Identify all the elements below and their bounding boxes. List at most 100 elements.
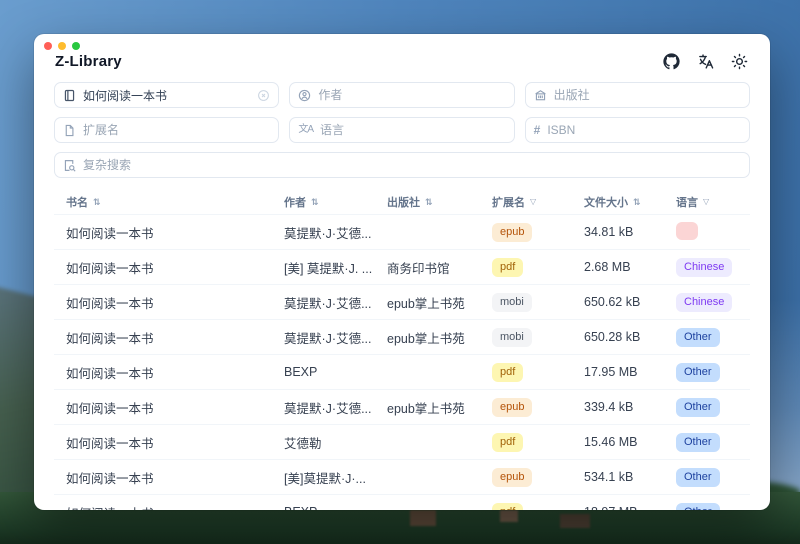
language-search-field[interactable]: 文A <box>289 117 515 143</box>
publisher-search-field[interactable] <box>524 82 750 108</box>
filesize-cell: 15.46 MB <box>584 435 638 449</box>
publisher-search-input[interactable] <box>553 88 741 102</box>
minimize-window-button[interactable] <box>58 42 66 50</box>
complex-search-field[interactable] <box>54 152 750 178</box>
author-cell: 莫提默·J·艾德... <box>284 226 372 241</box>
title-search-input[interactable] <box>83 88 251 102</box>
app-title: Z-Library <box>55 52 122 70</box>
language-cell: Chinese <box>676 292 750 312</box>
language-badge: Other <box>676 467 720 487</box>
results-table: 书名 ⇅ 作者 ⇅ 出版社 ⇅ 扩展名 ▽ 文件大小 ⇅ 语言 ▽ 如何阅读一本… <box>34 178 770 510</box>
table-row[interactable]: 如何阅读一本书 莫提默·J·艾德... epub掌上书苑 mobi 650.62… <box>54 284 750 319</box>
extension-cell: pdf <box>492 257 584 277</box>
language-badge: Chinese <box>676 257 733 277</box>
filesize-cell: 650.28 kB <box>584 330 641 344</box>
file-icon <box>63 124 76 137</box>
building-decoration <box>410 510 436 526</box>
author-cell: BEXP <box>284 505 387 510</box>
filter-icon[interactable]: ▽ <box>703 198 709 206</box>
table-row[interactable]: 如何阅读一本书 莫提默·J·艾德... epub掌上书苑 epub 339.4 … <box>54 389 750 424</box>
column-header-author[interactable]: 作者 ⇅ <box>284 194 387 210</box>
author-search-input[interactable] <box>318 88 506 102</box>
extension-badge: mobi <box>492 327 532 347</box>
table-row[interactable]: 如何阅读一本书 BEXP pdf 17.95 MB Other <box>54 354 750 389</box>
publisher-cell: 商务印书馆 <box>387 261 450 276</box>
book-title-cell: 如何阅读一本书 <box>54 503 284 511</box>
table-row[interactable]: 如何阅读一本书 [美]莫提默·J·... epub 534.1 kB Other <box>54 459 750 494</box>
extension-badge: epub <box>492 467 533 487</box>
extension-search-field[interactable] <box>54 117 280 143</box>
book-title-cell: 如何阅读一本书 <box>66 366 154 381</box>
desktop-wallpaper: Z-Library 如何阅读一本书 作者 出版社 扩展名 文A 语言 # ISB… <box>0 0 800 544</box>
table-header-row: 书名 ⇅ 作者 ⇅ 出版社 ⇅ 扩展名 ▽ 文件大小 ⇅ 语言 ▽ <box>54 190 750 214</box>
extension-badge: pdf <box>492 362 524 382</box>
extension-cell: pdf <box>492 502 584 510</box>
zoom-window-button[interactable] <box>72 42 80 50</box>
filesize-cell: 650.62 kB <box>584 295 641 309</box>
translate-icon[interactable] <box>696 52 714 70</box>
window-controls <box>34 34 770 50</box>
book-title-cell: 如何阅读一本书 <box>66 436 154 451</box>
language-cell: Other <box>676 327 750 347</box>
hash-icon: # <box>533 123 541 137</box>
publisher-icon <box>534 89 547 102</box>
book-title-cell: 如何阅读一本书 <box>66 226 154 241</box>
app-window: Z-Library 如何阅读一本书 作者 出版社 扩展名 文A 语言 # ISB… <box>34 34 770 510</box>
sort-icon[interactable]: ⇅ <box>425 197 433 207</box>
column-header-publisher[interactable]: 出版社 ⇅ <box>387 194 492 210</box>
extension-search-input[interactable] <box>83 123 271 137</box>
app-header: Z-Library <box>34 50 770 70</box>
author-cell: [美]莫提默·J·... <box>284 471 366 486</box>
language-cell <box>676 221 750 243</box>
table-row[interactable]: 如何阅读一本书 莫提默·J·艾德... epub掌上书苑 mobi 650.28… <box>54 319 750 354</box>
book-title-cell: 如何阅读一本书 <box>66 331 154 346</box>
column-header-filesize[interactable]: 文件大小 ⇅ <box>584 194 676 210</box>
title-search-field[interactable] <box>54 82 280 108</box>
language-badge: Other <box>676 397 720 417</box>
filter-icon[interactable]: ▽ <box>530 198 536 206</box>
filesize-cell: 534.1 kB <box>584 470 634 484</box>
github-icon[interactable] <box>662 52 680 70</box>
sort-icon[interactable]: ⇅ <box>311 197 319 207</box>
sort-icon[interactable]: ⇅ <box>633 197 641 207</box>
extension-badge: pdf <box>492 502 524 510</box>
book-title-cell: 如何阅读一本书 <box>66 296 154 311</box>
language-search-input[interactable] <box>320 123 506 137</box>
isbn-search-input[interactable] <box>547 123 741 137</box>
extension-badge: epub <box>492 397 533 417</box>
book-icon <box>63 89 76 102</box>
isbn-search-field[interactable]: # <box>524 117 750 143</box>
sort-icon[interactable]: ⇅ <box>93 197 101 207</box>
advanced-search-icon <box>63 159 76 172</box>
filesize-cell: 34.81 kB <box>584 225 634 239</box>
complex-search-input[interactable] <box>83 158 741 172</box>
extension-badge: mobi <box>492 292 532 312</box>
author-cell: 莫提默·J·艾德... <box>284 296 372 311</box>
column-header-title[interactable]: 书名 ⇅ <box>54 194 284 210</box>
author-cell: BEXP <box>284 365 318 379</box>
close-window-button[interactable] <box>44 42 52 50</box>
publisher-cell: epub掌上书苑 <box>387 331 465 346</box>
language-badge: Other <box>676 432 720 452</box>
extension-badge: epub <box>492 222 533 242</box>
extension-badge: pdf <box>492 257 524 277</box>
search-form: 文A # <box>34 70 770 143</box>
author-search-field[interactable] <box>289 82 515 108</box>
table-row[interactable]: 如何阅读一本书 艾德勒 pdf 15.46 MB Other <box>54 424 750 459</box>
table-row[interactable]: 如何阅读一本书 莫提默·J·艾德... epub 34.81 kB <box>54 214 750 249</box>
column-header-language[interactable]: 语言 ▽ <box>676 194 750 210</box>
building-decoration <box>560 514 590 528</box>
table-row[interactable]: 如何阅读一本书 [美] 莫提默·J. ... 商务印书馆 pdf 2.68 MB… <box>54 249 750 284</box>
author-icon <box>298 89 311 102</box>
extension-cell: mobi <box>492 327 584 347</box>
theme-light-icon[interactable] <box>730 52 748 70</box>
extension-badge: pdf <box>492 432 524 452</box>
language-badge: Other <box>676 362 720 382</box>
table-body: 如何阅读一本书 莫提默·J·艾德... epub 34.81 kB 如何阅读一本… <box>54 214 750 510</box>
column-header-extension[interactable]: 扩展名 ▽ <box>492 194 584 210</box>
table-row[interactable]: 如何阅读一本书 BEXP pdf 18.97 MB Other <box>54 494 750 510</box>
language-cell: Chinese <box>676 257 750 277</box>
extension-cell: mobi <box>492 292 584 312</box>
clear-icon[interactable] <box>257 89 270 102</box>
extension-cell: epub <box>492 467 584 487</box>
